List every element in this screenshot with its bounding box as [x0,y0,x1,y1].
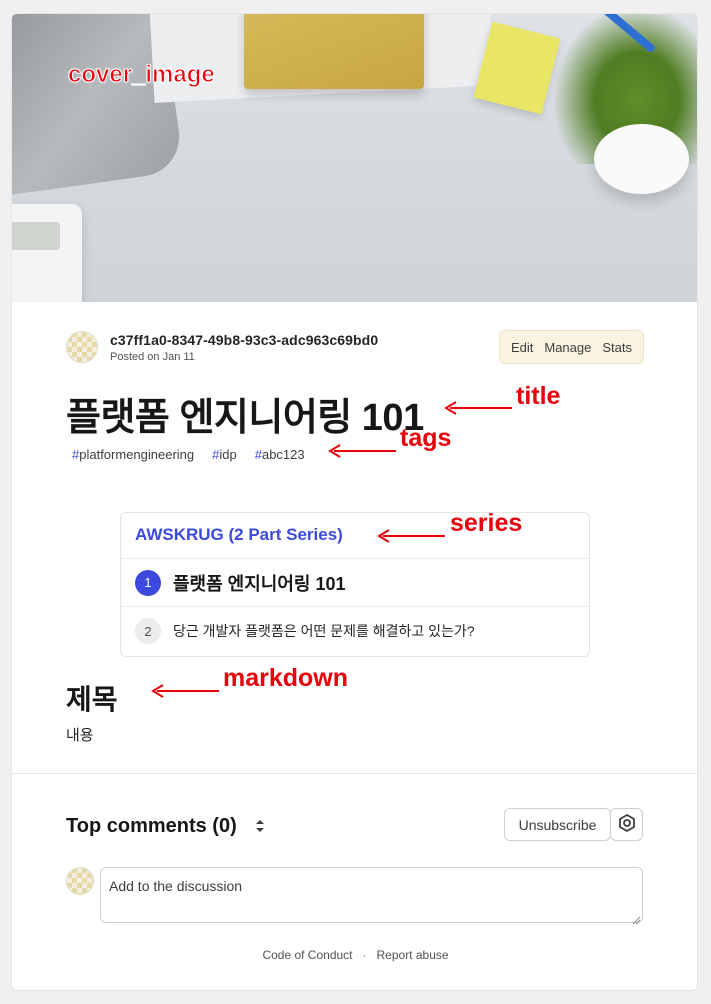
markdown-heading: 제목 [66,684,118,715]
footer-links: Code of Conduct · Report abuse [12,948,697,962]
post-date: Posted on Jan 11 [110,350,195,363]
tag-abc123[interactable]: #abc123 [249,444,311,465]
stats-button[interactable]: Stats [602,340,632,355]
comments-header: Top comments (0) [66,815,265,838]
code-of-conduct-link[interactable]: Code of Conduct [262,948,352,962]
annotation-series: series [450,509,523,537]
annotation-markdown: markdown [223,664,349,692]
edit-button[interactable]: Edit [511,340,533,355]
cover-notebook [244,14,424,89]
series-item-label: 플랫폼 엔지니어링 101 [173,573,346,594]
author-block[interactable]: c37ff1a0-8347-49b8-93c3-adc963c69bd0 Pos… [66,330,378,364]
annotation-cover-image: cover_image [68,61,216,89]
tag-label: idp [219,447,237,462]
cover-image: cover_image [12,14,697,302]
arrow-tags-icon [328,444,396,458]
sort-updown-icon[interactable] [255,819,265,835]
tag-list: #platformengineering #idp #abc123 [66,444,311,465]
comments-title: Top comments (0) [66,815,237,837]
comment-settings-button[interactable] [610,808,643,841]
cover-pot [594,124,689,194]
tag-label: platformengineering [79,447,195,462]
arrow-markdown-icon [151,684,219,698]
resize-grip-icon[interactable] [632,912,641,925]
gear-hexagon-icon [617,813,637,836]
article-title: 플랫폼 엔지니어링 101 [66,397,424,439]
report-abuse-link[interactable]: Report abuse [377,948,449,962]
comment-textarea[interactable] [100,867,643,923]
tag-idp[interactable]: #idp [206,444,243,465]
cover-calculator [12,204,82,302]
footer-separator: · [362,948,367,962]
manage-button[interactable]: Manage [544,340,591,355]
unsubscribe-button[interactable]: Unsubscribe [504,808,611,841]
author-name[interactable]: c37ff1a0-8347-49b8-93c3-adc963c69bd0 [110,332,378,348]
commenter-avatar [66,867,94,895]
series-number: 2 [135,618,161,644]
series-item-2[interactable]: 2 당근 개발자 플랫폼은 어떤 문제를 해결하고 있는가? [121,607,589,655]
series-item-label: 당근 개발자 플랫폼은 어떤 문제를 해결하고 있는가? [173,623,475,639]
author-actions: Edit Manage Stats [499,330,644,364]
author-text: c37ff1a0-8347-49b8-93c3-adc963c69bd0 Pos… [110,332,378,363]
annotation-title: title [516,382,561,410]
annotation-tags: tags [400,424,452,452]
series-item-1[interactable]: 1 플랫폼 엔지니어링 101 [121,559,589,607]
tag-hash: # [254,447,262,462]
tag-label: abc123 [261,447,305,462]
arrow-series-icon [377,529,445,543]
markdown-body: 내용 [66,727,94,744]
article-card: cover_image c37ff1a0-8347-49b8-93c3-adc9… [11,13,698,991]
arrow-title-icon [444,401,512,415]
series-number: 1 [135,569,161,596]
calculator-screen [12,222,60,250]
author-avatar[interactable] [66,331,98,363]
tag-platformengineering[interactable]: #platformengineering [66,444,200,465]
section-divider [12,773,697,774]
